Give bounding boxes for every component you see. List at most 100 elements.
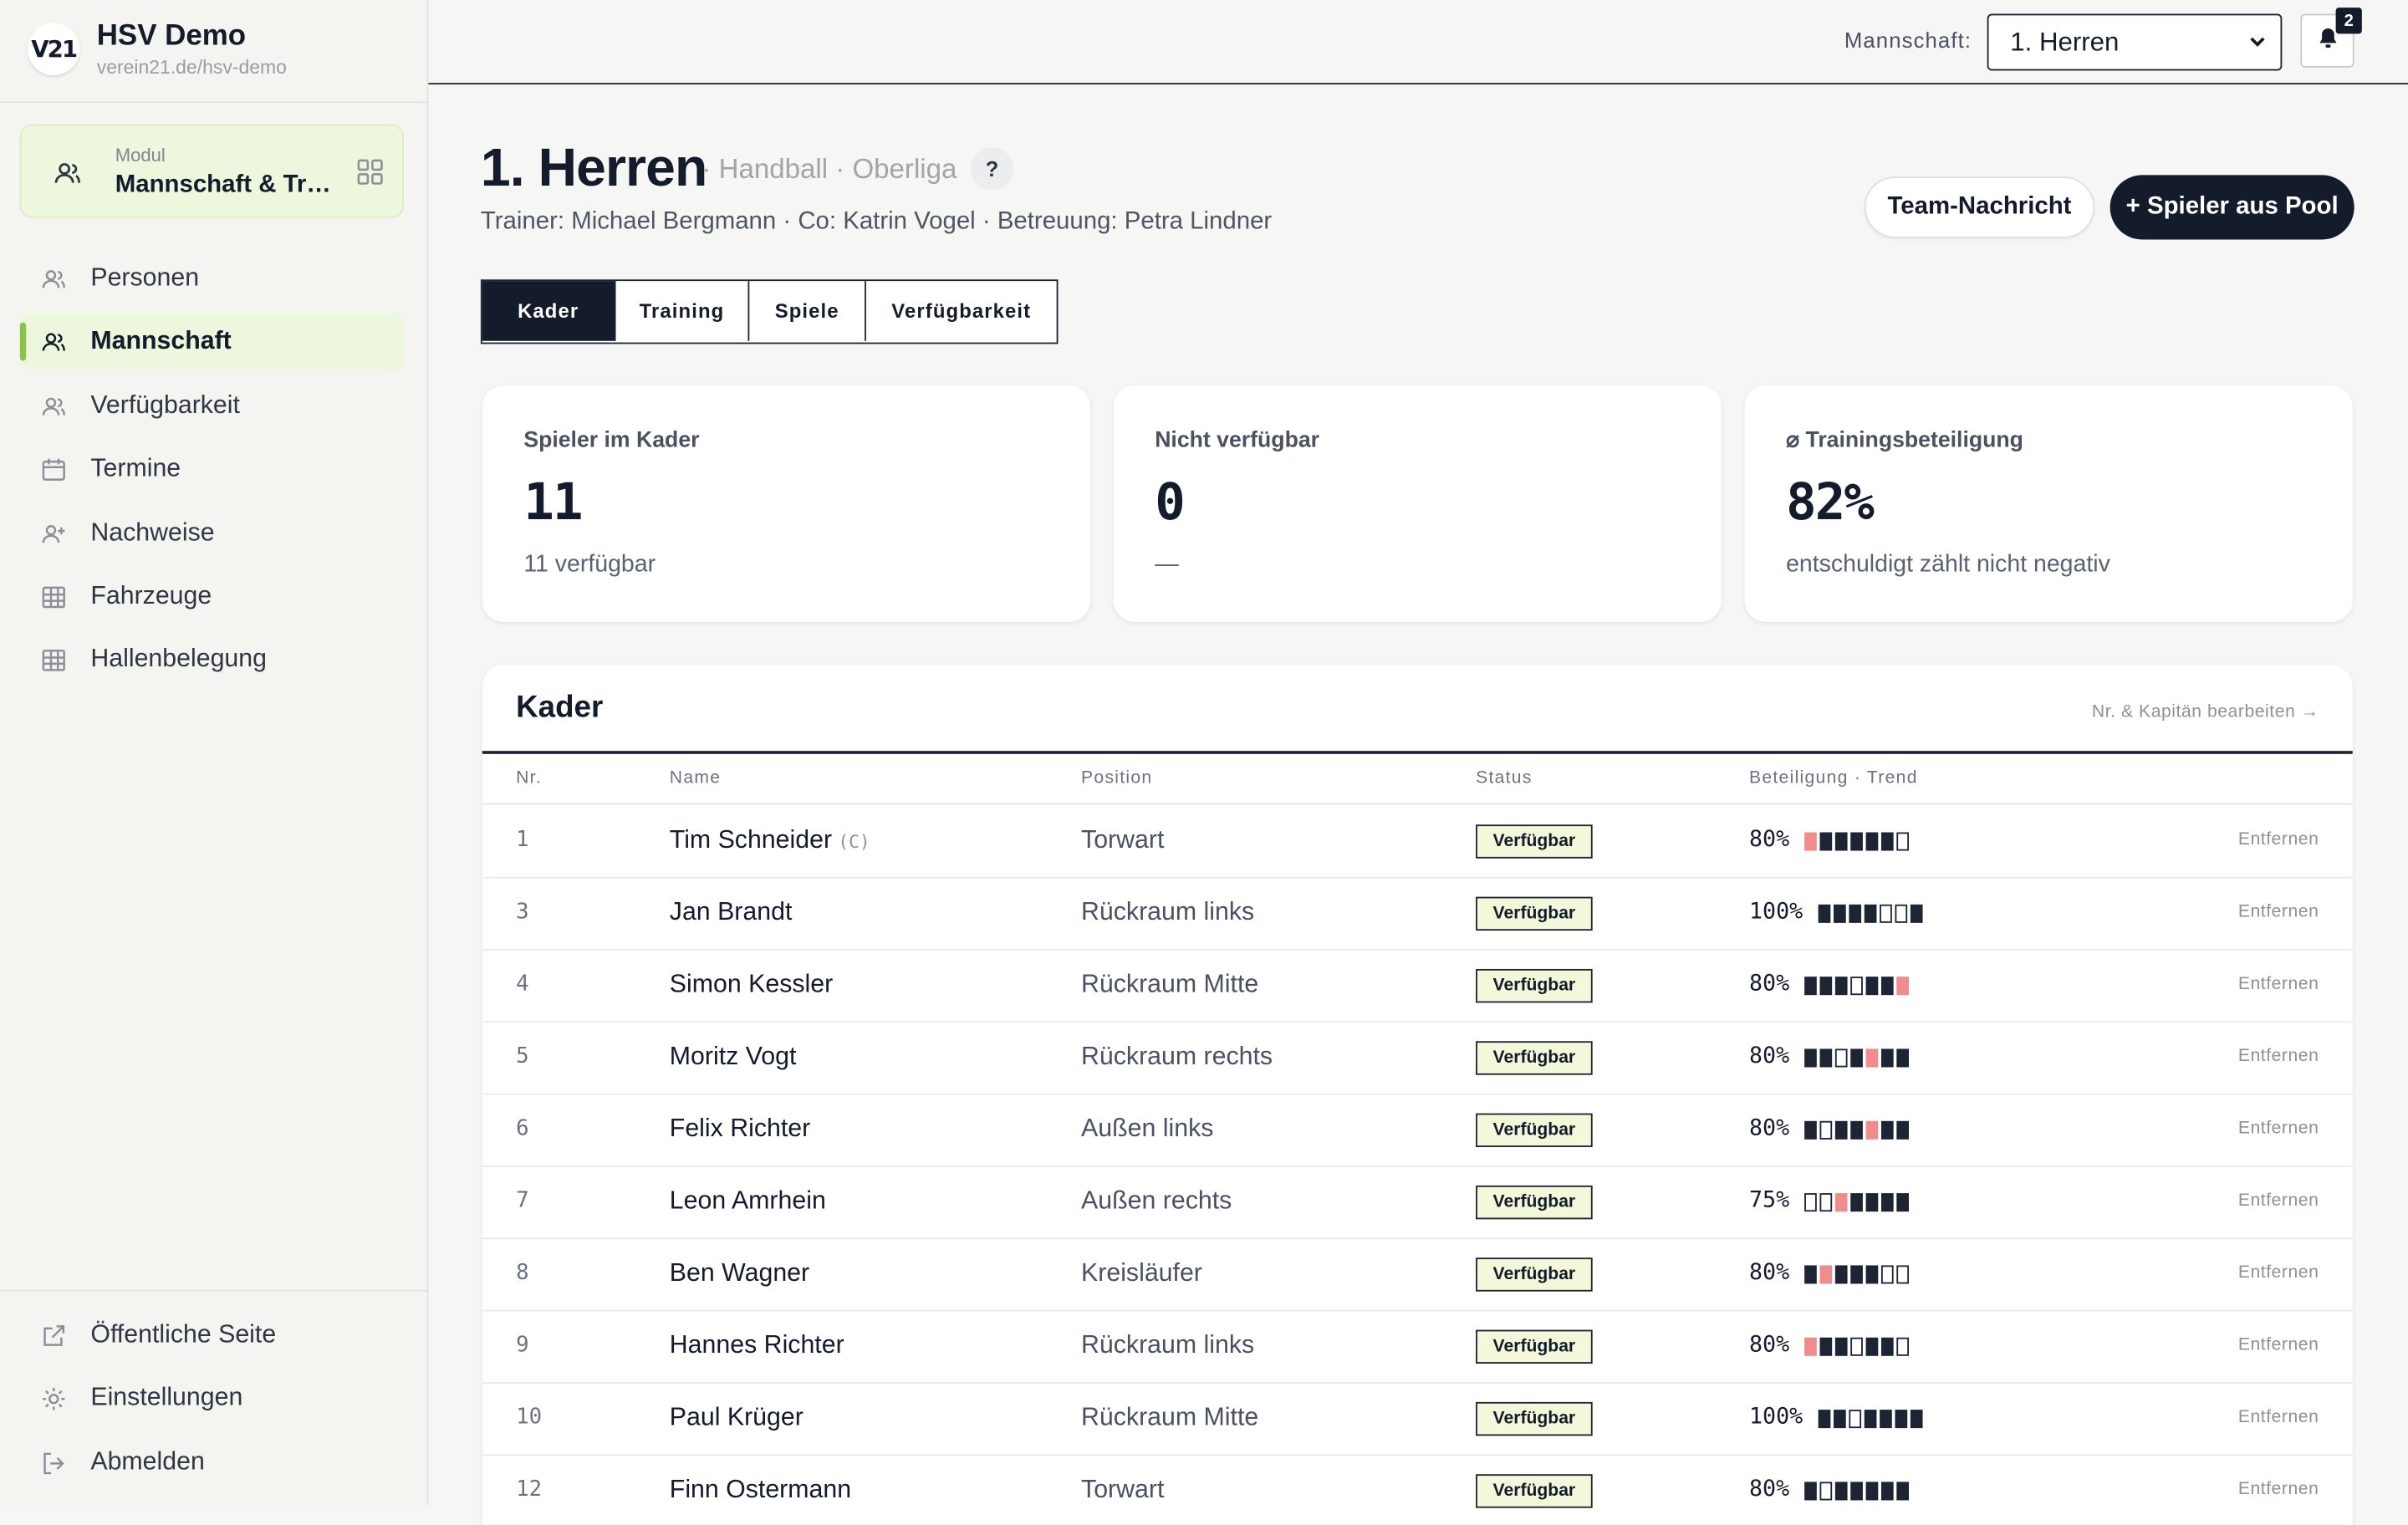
remove-player-button[interactable]: Entfernen — [2238, 831, 2319, 849]
player-name[interactable]: Ben Wagner — [670, 1259, 809, 1287]
trend-mark — [1804, 1265, 1817, 1284]
sidebar-item-nachweise[interactable]: Nachweise — [20, 505, 404, 562]
trend-mark — [1818, 904, 1830, 923]
column-header-name[interactable]: Name — [670, 769, 722, 788]
remove-player-button[interactable]: Entfernen — [2238, 1120, 2319, 1138]
stat-card-roster: Spieler im Kader 11 11 verfügbar — [482, 385, 1091, 622]
tab-training[interactable]: Training — [616, 281, 750, 341]
table-row[interactable]: 5 Moritz Vogt Rückraum rechts Verfügbar 80% E… — [482, 1021, 2353, 1095]
player-name-cell[interactable]: Hannes Richter — [670, 1331, 844, 1360]
remove-player-button[interactable]: Entfernen — [2238, 975, 2319, 993]
tab-spiele[interactable]: Spiele — [749, 281, 866, 341]
player-name[interactable]: Moritz Vogt — [670, 1043, 797, 1070]
brand-header: V21 HSV Demo verein21.de/hsv-demo — [0, 0, 427, 104]
trend-mark — [1895, 1410, 1907, 1429]
trend-mark — [1835, 1120, 1848, 1140]
sidebar-item-hallenbelegung[interactable]: Hallenbelegung — [20, 631, 404, 688]
sidebar-item-einstellungen[interactable]: Einstellungen — [20, 1369, 404, 1426]
player-name[interactable]: Leon Amrhein — [670, 1187, 826, 1215]
player-name-cell[interactable]: Simon Kessler — [670, 971, 833, 1000]
table-row[interactable]: 1 Tim Schneider (C) Torwart Verfügbar 80% Entf… — [482, 804, 2353, 879]
participation-trend — [1804, 1482, 1910, 1501]
player-name[interactable]: Hannes Richter — [670, 1331, 844, 1359]
table-row[interactable]: 4 Simon Kessler Rückraum Mitte Verfügbar 80%… — [482, 949, 2353, 1023]
module-switcher[interactable]: Modul Mannschaft & Training — [19, 124, 405, 218]
column-header-position[interactable]: Position — [1081, 769, 1152, 788]
remove-player-button[interactable]: Entfernen — [2238, 1408, 2319, 1426]
trend-mark — [1819, 977, 1833, 996]
trend-mark — [1850, 1265, 1864, 1284]
player-name[interactable]: Felix Richter — [670, 1114, 810, 1142]
table-row[interactable]: 10 Paul Krüger Rückraum Mitte Verfügbar 100%… — [482, 1382, 2353, 1456]
remove-player-button[interactable]: Entfernen — [2238, 903, 2319, 921]
help-button[interactable]: ? — [970, 147, 1014, 191]
trend-mark — [1896, 977, 1910, 996]
participation-percent: 80% — [1749, 827, 1790, 853]
player-name-cell[interactable]: Tim Schneider (C) — [670, 826, 870, 855]
player-name-cell[interactable]: Leon Amrhein — [670, 1187, 826, 1216]
trend-mark — [1850, 1048, 1864, 1068]
status-badge: Verfügbar — [1476, 1113, 1593, 1148]
player-name-cell[interactable]: Paul Krüger — [670, 1404, 804, 1433]
notifications-button[interactable]: 2 — [2300, 8, 2362, 68]
tab-verfuegbarkeit[interactable]: Verfügbarkeit — [866, 281, 1057, 341]
sidebar-item-mannschaft[interactable]: Mannschaft — [19, 313, 405, 370]
sidebar-item-fahrzeuge[interactable]: Fahrzeuge — [20, 569, 404, 625]
jersey-number: 4 — [516, 972, 529, 997]
module-name: Mannschaft & Training — [115, 171, 338, 198]
remove-player-button[interactable]: Entfernen — [2238, 1481, 2319, 1499]
participation-percent: 80% — [1749, 1043, 1790, 1069]
player-name-cell[interactable]: Finn Ostermann — [670, 1476, 851, 1505]
sidebar-item-oeffentliche-seite[interactable]: Öffentliche Seite — [20, 1307, 404, 1364]
table-row[interactable]: 6 Felix Richter Außen links Verfügbar 80% Ent… — [482, 1094, 2353, 1167]
trend-mark — [1865, 1048, 1879, 1068]
remove-player-button[interactable]: Entfernen — [2238, 1191, 2319, 1210]
player-name-cell[interactable]: Ben Wagner — [670, 1259, 809, 1288]
trend-mark — [1819, 1048, 1833, 1068]
team-message-button[interactable]: Team-Nachricht — [1864, 176, 2095, 238]
column-header-status[interactable]: Status — [1476, 769, 1533, 788]
trend-mark — [1910, 1410, 1923, 1429]
trend-mark — [1881, 977, 1894, 996]
table-icon — [38, 581, 69, 612]
sidebar-item-abmelden[interactable]: Abmelden — [20, 1434, 404, 1491]
column-header-nr[interactable]: Nr. — [516, 769, 542, 788]
stat-subtext: entschuldigt zählt nicht negativ — [1786, 551, 2110, 578]
player-name[interactable]: Jan Brandt — [670, 898, 793, 926]
table-row[interactable]: 7 Leon Amrhein Außen rechts Verfügbar 75% Ent… — [482, 1165, 2353, 1240]
table-row[interactable]: 3 Jan Brandt Rückraum links Verfügbar 100% En… — [482, 877, 2353, 951]
app-logo[interactable]: V21 — [28, 23, 80, 75]
player-name[interactable]: Finn Ostermann — [670, 1476, 851, 1503]
trend-mark — [1835, 832, 1848, 851]
jersey-number: 9 — [516, 1333, 529, 1358]
player-position: Rückraum rechts — [1081, 1043, 1273, 1071]
team-select[interactable]: 1. Herren — [1987, 13, 2283, 71]
table-row[interactable]: 9 Hannes Richter Rückraum links Verfügbar 80… — [482, 1310, 2353, 1384]
jersey-number: 3 — [516, 900, 529, 925]
sidebar-item-termine[interactable]: Termine — [20, 441, 404, 497]
remove-player-button[interactable]: Entfernen — [2238, 1048, 2319, 1066]
table-row[interactable]: 8 Ben Wagner Kreisläufer Verfügbar 80% Entfer… — [482, 1237, 2353, 1312]
remove-player-button[interactable]: Entfernen — [2238, 1336, 2319, 1354]
grid-icon[interactable] — [356, 158, 384, 193]
trend-mark — [1804, 832, 1817, 851]
users-icon — [38, 326, 69, 357]
tab-kader[interactable]: Kader — [482, 281, 616, 341]
player-name-cell[interactable]: Jan Brandt — [670, 898, 793, 927]
player-name[interactable]: Tim Schneider — [670, 826, 832, 854]
sidebar-item-verfuegbarkeit[interactable]: Verfügbarkeit — [20, 378, 404, 435]
player-name-cell[interactable]: Moritz Vogt — [670, 1043, 797, 1072]
sidebar-item-personen[interactable]: Personen — [20, 250, 404, 307]
remove-player-button[interactable]: Entfernen — [2238, 1264, 2319, 1283]
table-row[interactable]: 12 Finn Ostermann Torwart Verfügbar 80% Entfe… — [482, 1454, 2353, 1524]
edit-numbers-captain-link[interactable]: Nr. & Kapitän bearbeiten → — [2092, 703, 2319, 722]
sidebar-item-label: Verfügbarkeit — [90, 391, 240, 420]
trend-mark — [1910, 904, 1923, 923]
add-player-from-pool-button[interactable]: + Spieler aus Pool — [2110, 175, 2354, 240]
player-name-cell[interactable]: Felix Richter — [670, 1114, 810, 1144]
column-header-participation-trend[interactable]: Beteiligung · Trend — [1749, 769, 1918, 788]
player-name[interactable]: Simon Kessler — [670, 971, 833, 998]
trend-mark — [1804, 1482, 1817, 1501]
player-name[interactable]: Paul Krüger — [670, 1404, 804, 1431]
trend-mark — [1896, 1048, 1910, 1068]
